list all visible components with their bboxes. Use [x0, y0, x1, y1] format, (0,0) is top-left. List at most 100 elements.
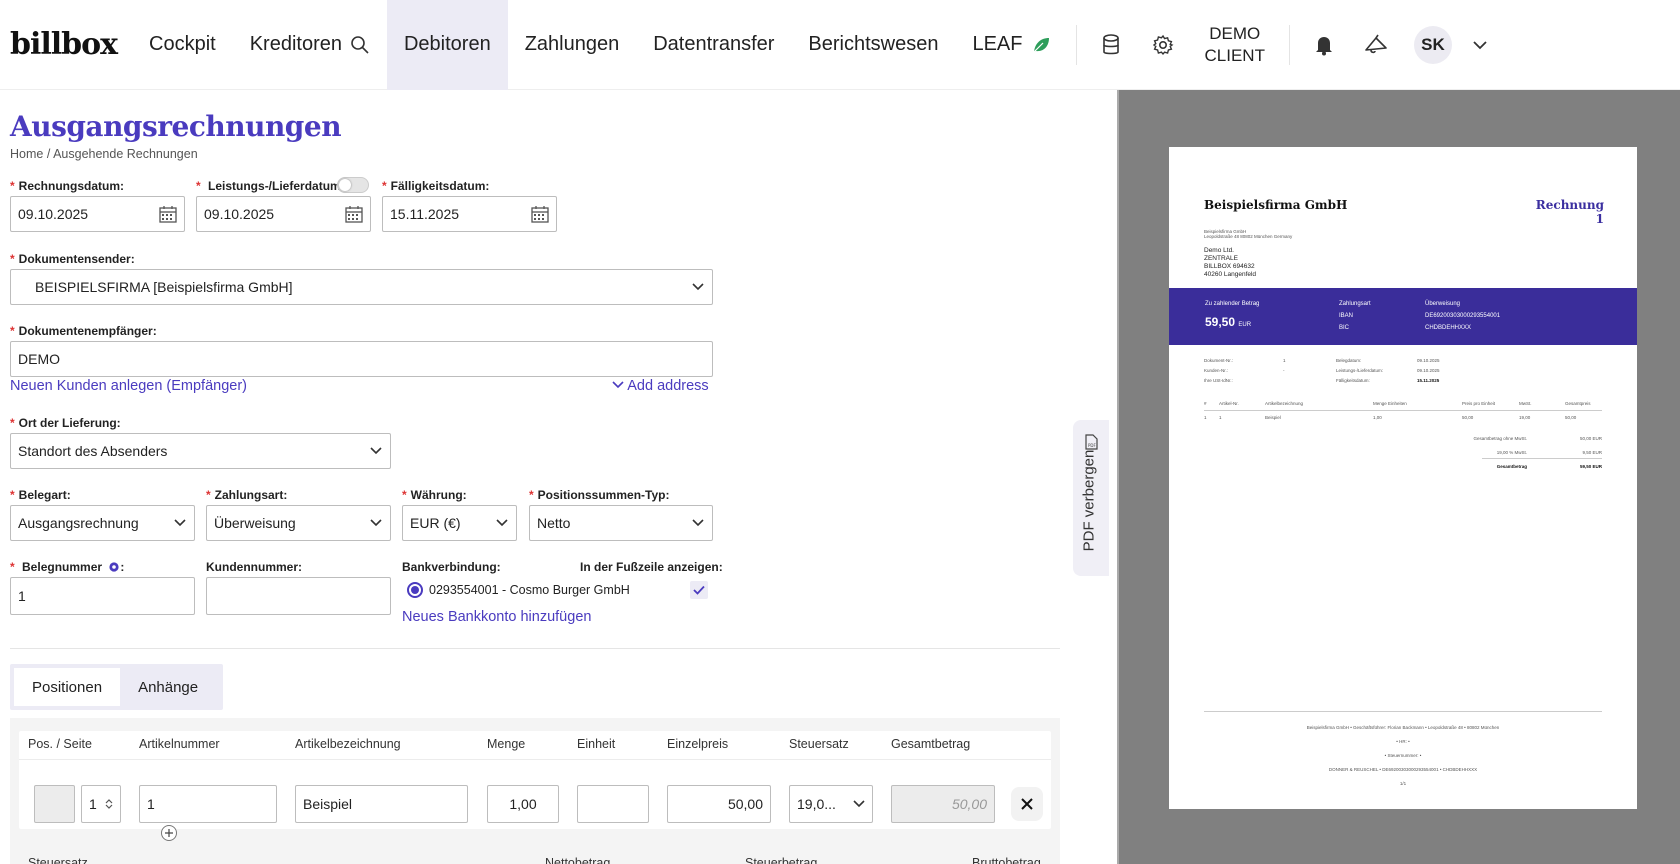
stepper-arrows-icon[interactable]: [105, 798, 113, 810]
chevron-down-icon: [853, 800, 865, 808]
preview-recipient-2: ZENTRALE: [1204, 255, 1238, 262]
sender-label: * Dokumentensender:: [10, 252, 135, 266]
faelligkeitsdatum-input[interactable]: 15.11.2025: [382, 196, 557, 232]
sender-select[interactable]: BEISPIELSFIRMA [Beispielsfirma GmbH]: [10, 269, 713, 305]
section-divider: [10, 648, 1060, 649]
pdf-preview-panel: Beispielsfirma GmbH Rechnung 1 Beispiels…: [1117, 90, 1680, 864]
menge-input[interactable]: 1,00: [487, 785, 559, 823]
search-icon[interactable]: [350, 35, 370, 55]
preview-meta-cell: Dokument-Nr.:: [1204, 358, 1234, 363]
leistungsdatum-toggle[interactable]: [337, 177, 369, 193]
band-payment-label: Zahlungsart: [1339, 301, 1371, 307]
nav-kreditoren[interactable]: Kreditoren: [233, 0, 387, 90]
steuersatz-select[interactable]: 19,0...: [789, 785, 873, 823]
summentyp-select[interactable]: Netto: [529, 505, 713, 541]
band-bic: CHDBDEHHXXX: [1425, 325, 1472, 331]
waehrung-value: EUR (€): [410, 515, 461, 531]
calendar-icon[interactable]: [159, 205, 177, 223]
zahlungsart-select[interactable]: Überweisung: [206, 505, 391, 541]
artikelnummer-value: 1: [147, 796, 155, 812]
col-bezeichnung: Artikelbezeichnung: [295, 737, 401, 751]
billbox-logo[interactable]: billbox: [10, 27, 132, 62]
chevron-down-icon: [612, 381, 624, 389]
invoice-document: Beispielsfirma GmbH Rechnung 1 Beispiels…: [1169, 147, 1637, 809]
new-bank-link[interactable]: Neues Bankkonto hinzufügen: [402, 609, 591, 625]
add-address-link[interactable]: Add address: [612, 378, 709, 394]
nav-leaf[interactable]: LEAF: [955, 0, 1067, 90]
check-icon: [693, 585, 705, 595]
recipient-input[interactable]: DEMO: [10, 341, 713, 377]
nav-kreditoren-label: Kreditoren: [249, 33, 342, 55]
einheit-input[interactable]: [577, 785, 649, 823]
belegnummer-input[interactable]: 1: [10, 577, 195, 615]
client-line1: DEMO: [1209, 23, 1261, 43]
tab-positionen[interactable]: Positionen: [14, 668, 121, 706]
nav-cockpit[interactable]: Cockpit: [132, 0, 233, 90]
summary-col-steuer: Steuerbetrag: [745, 856, 818, 864]
preview-totals-line: [1482, 458, 1602, 459]
kundennummer-input[interactable]: [206, 577, 391, 615]
summary-col-brutto: Bruttobetrag: [972, 856, 1041, 864]
rechnungsdatum-input[interactable]: 09.10.2025: [10, 196, 185, 232]
preview-footer-line: [1204, 711, 1602, 712]
belegnummer-value: 1: [18, 588, 26, 604]
waehrung-label: * Währung:: [402, 488, 467, 502]
col-artikelnummer: Artikelnummer: [139, 737, 220, 751]
bank-account-label: 0293554001 - Cosmo Burger GmbH: [429, 583, 630, 597]
bell-icon: [1315, 36, 1332, 55]
waehrung-select[interactable]: EUR (€): [402, 505, 517, 541]
gear-icon: [1152, 34, 1173, 55]
preview-meta-cell: -: [1283, 368, 1285, 373]
leistungsdatum-label: * Leistungs-/Lieferdatum: [196, 179, 341, 193]
artikelnummer-input[interactable]: 1: [139, 785, 277, 823]
preview-footer-line: 1/1: [1399, 781, 1407, 786]
client-switcher[interactable]: DEMO CLIENT: [1189, 23, 1281, 67]
chevron-down-icon: [174, 519, 186, 527]
leistungsdatum-input[interactable]: 09.10.2025: [196, 196, 371, 232]
nav-debitoren[interactable]: Debitoren: [386, 0, 508, 90]
preview-meta-cell: 09.10.2025: [1417, 358, 1440, 363]
chevron-down-icon[interactable]: [1472, 37, 1488, 53]
pdf-toggle-tab[interactable]: PDF PDF verbergen: [1073, 420, 1109, 576]
chevron-down-icon: [370, 447, 382, 455]
settings-button[interactable]: [1137, 0, 1189, 90]
calendar-icon[interactable]: [345, 205, 363, 223]
calendar-icon[interactable]: [531, 205, 549, 223]
bezeichnung-input[interactable]: Beispiel: [295, 785, 468, 823]
nav-berichtswesen[interactable]: Berichtswesen: [791, 0, 955, 90]
preview-table-header: Menge: [1373, 401, 1387, 406]
client-line2: CLIENT: [1204, 45, 1265, 65]
zahlungsart-value: Überweisung: [214, 515, 296, 531]
database-button[interactable]: [1085, 0, 1137, 90]
nav-datentransfer[interactable]: Datentransfer: [636, 0, 791, 90]
preview-footer-line: DONNER & REUSCHEL • DE692003030002935540…: [1328, 767, 1478, 772]
notifications-button[interactable]: [1298, 0, 1350, 90]
steuersatz-value: 19,0...: [797, 796, 836, 812]
einzelpreis-input[interactable]: 50,00: [667, 785, 771, 823]
preview-meta-cell: 15.11.2025: [1417, 378, 1440, 383]
breadcrumb[interactable]: Home / Ausgehende Rechnungen: [10, 147, 198, 161]
footer-checkbox[interactable]: [690, 581, 708, 599]
tab-anhaenge[interactable]: Anhänge: [120, 668, 216, 706]
new-customer-link[interactable]: Neuen Kunden anlegen (Empfänger): [10, 378, 247, 394]
announcements-button[interactable]: [1350, 0, 1402, 90]
ort-select[interactable]: Standort des Absenders: [10, 433, 391, 469]
preview-total-value: 50,00 EUR: [1579, 436, 1602, 441]
nav-zahlungen[interactable]: Zahlungen: [508, 0, 637, 90]
gear-icon[interactable]: [108, 561, 120, 573]
preview-footer-line: Beispielsfirma GmbH • Geschäftsführer: F…: [1306, 725, 1500, 730]
pos-value: 1: [89, 796, 97, 812]
preview-total-label: Gesamtbetrag: [1496, 464, 1527, 469]
preview-meta-cell: Kunden-Nr.:: [1204, 368, 1229, 373]
belegart-select[interactable]: Ausgangsrechnung: [10, 505, 195, 541]
user-avatar[interactable]: SK: [1413, 25, 1452, 64]
preview-total-value: 9,50 EUR: [1582, 450, 1602, 455]
drag-handle[interactable]: [34, 785, 75, 823]
pos-stepper[interactable]: 1: [81, 785, 121, 823]
delete-row-button[interactable]: [1011, 787, 1043, 821]
leaf-icon: [1033, 37, 1049, 52]
bank-account-radio[interactable]: [407, 582, 423, 598]
nav-separator-2: [1288, 24, 1290, 65]
bezeichnung-value: Beispiel: [303, 796, 353, 812]
add-row-button[interactable]: [161, 825, 177, 841]
